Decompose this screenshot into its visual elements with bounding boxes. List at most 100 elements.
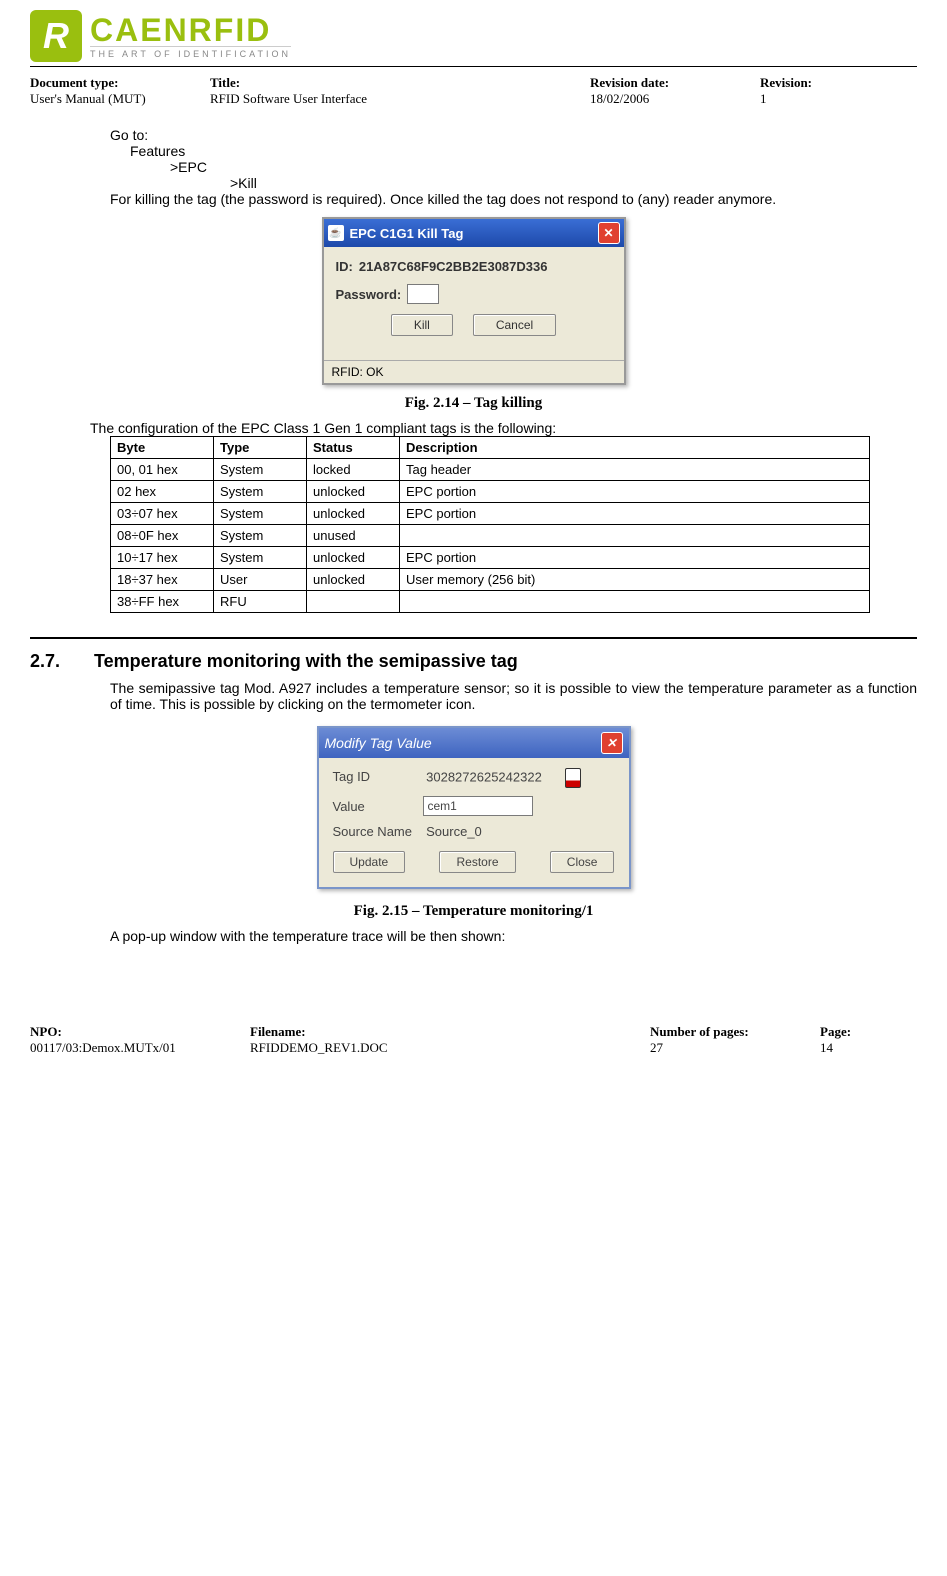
source-name-value: Source_0 bbox=[426, 824, 482, 839]
cell-byte: 18÷37 hex bbox=[111, 569, 214, 591]
modify-dialog-titlebar: Modify Tag Value ✕ bbox=[319, 728, 629, 758]
title-label: Title: bbox=[210, 75, 590, 91]
header-logo: R CAENRFID THE ART OF IDENTIFICATION bbox=[30, 10, 917, 67]
update-button[interactable]: Update bbox=[333, 851, 406, 873]
cancel-button[interactable]: Cancel bbox=[473, 314, 556, 336]
fig-2-15-caption: Fig. 2.15 – Temperature monitoring/1 bbox=[30, 903, 917, 920]
cell-desc: Tag header bbox=[400, 459, 870, 481]
source-name-label: Source Name bbox=[333, 824, 423, 839]
tagid-value: 3028272625242322 bbox=[426, 769, 542, 784]
table-row: 38÷FF hex RFU bbox=[111, 591, 870, 613]
nav-kill: >Kill bbox=[230, 175, 917, 191]
npo-label: NPO: bbox=[30, 1024, 250, 1040]
table-row: 03÷07 hex System unlocked EPC portion bbox=[111, 503, 870, 525]
password-input[interactable] bbox=[407, 284, 439, 304]
kill-password-label: Password: bbox=[336, 287, 402, 302]
popup-paragraph: A pop-up window with the temperature tra… bbox=[110, 928, 917, 944]
th-byte: Byte bbox=[111, 437, 214, 459]
cell-byte: 03÷07 hex bbox=[111, 503, 214, 525]
logo-tagline: THE ART OF IDENTIFICATION bbox=[90, 46, 291, 59]
java-icon: ☕ bbox=[328, 225, 344, 241]
cell-type: RFU bbox=[214, 591, 307, 613]
close-icon[interactable]: ✕ bbox=[598, 222, 620, 244]
revision-label: Revision: bbox=[760, 75, 860, 91]
nav-block: Go to: Features >EPC >Kill bbox=[110, 127, 917, 191]
nav-epc: >EPC bbox=[170, 159, 917, 175]
cell-byte: 10÷17 hex bbox=[111, 547, 214, 569]
table-row: 10÷17 hex System unlocked EPC portion bbox=[111, 547, 870, 569]
modify-dialog-title: Modify Tag Value bbox=[325, 735, 432, 751]
kill-id-value: 21A87C68F9C2BB2E3087D336 bbox=[359, 259, 548, 274]
section-2-7-para: The semipassive tag Mod. A927 includes a… bbox=[110, 680, 917, 712]
revdate-value: 18/02/2006 bbox=[590, 91, 760, 107]
value-input[interactable]: cem1 bbox=[423, 796, 533, 816]
close-icon[interactable]: ✕ bbox=[601, 732, 623, 754]
cell-byte: 00, 01 hex bbox=[111, 459, 214, 481]
kill-dialog-title: EPC C1G1 Kill Tag bbox=[350, 226, 464, 241]
cell-type: System bbox=[214, 503, 307, 525]
cell-byte: 08÷0F hex bbox=[111, 525, 214, 547]
cell-status: unlocked bbox=[307, 481, 400, 503]
nav-goto: Go to: bbox=[110, 127, 917, 143]
section-separator bbox=[30, 637, 917, 639]
tagid-label: Tag ID bbox=[333, 769, 423, 784]
modify-tag-dialog: Modify Tag Value ✕ Tag ID 30282726252423… bbox=[317, 726, 631, 889]
cell-desc: EPC portion bbox=[400, 547, 870, 569]
kill-button[interactable]: Kill bbox=[391, 314, 453, 336]
cell-desc bbox=[400, 525, 870, 547]
kill-id-row: ID: 21A87C68F9C2BB2E3087D336 bbox=[336, 259, 612, 274]
revdate-label: Revision date: bbox=[590, 75, 760, 91]
cell-status: locked bbox=[307, 459, 400, 481]
kill-dialog-status: RFID: OK bbox=[324, 360, 624, 383]
filename-value: RFIDDEMO_REV1.DOC bbox=[250, 1040, 650, 1056]
section-number: 2.7. bbox=[30, 651, 70, 672]
cell-desc: EPC portion bbox=[400, 503, 870, 525]
tag-config-table: Byte Type Status Description 00, 01 hex … bbox=[110, 436, 870, 613]
doctype-label: Document type: bbox=[30, 75, 210, 91]
page-value: 14 bbox=[820, 1040, 900, 1056]
kill-dialog-titlebar: ☕ EPC C1G1 Kill Tag ✕ bbox=[324, 219, 624, 247]
doctype-value: User's Manual (MUT) bbox=[30, 91, 210, 107]
cell-desc: User memory (256 bit) bbox=[400, 569, 870, 591]
cell-desc bbox=[400, 591, 870, 613]
section-2-7-heading: 2.7. Temperature monitoring with the sem… bbox=[30, 651, 917, 672]
kill-dialog: ☕ EPC C1G1 Kill Tag ✕ ID: 21A87C68F9C2BB… bbox=[322, 217, 626, 385]
th-type: Type bbox=[214, 437, 307, 459]
cell-type: System bbox=[214, 481, 307, 503]
cell-status bbox=[307, 591, 400, 613]
kill-paragraph: For killing the tag (the password is req… bbox=[110, 191, 917, 207]
config-intro-text: The configuration of the EPC Class 1 Gen… bbox=[90, 420, 917, 436]
cell-status: unlocked bbox=[307, 569, 400, 591]
th-status: Status bbox=[307, 437, 400, 459]
logo-brand: CAENRFID bbox=[90, 14, 291, 46]
th-desc: Description bbox=[400, 437, 870, 459]
cell-type: System bbox=[214, 547, 307, 569]
cell-type: User bbox=[214, 569, 307, 591]
close-button[interactable]: Close bbox=[550, 851, 615, 873]
cell-type: System bbox=[214, 525, 307, 547]
cell-byte: 38÷FF hex bbox=[111, 591, 214, 613]
table-header-row: Byte Type Status Description bbox=[111, 437, 870, 459]
title-value: RFID Software User Interface bbox=[210, 91, 590, 107]
doc-info-row: Document type: User's Manual (MUT) Title… bbox=[30, 75, 917, 107]
value-label: Value bbox=[333, 799, 423, 814]
cell-status: unlocked bbox=[307, 503, 400, 525]
nav-features: Features bbox=[130, 143, 917, 159]
filename-label: Filename: bbox=[250, 1024, 650, 1040]
cell-byte: 02 hex bbox=[111, 481, 214, 503]
table-row: 02 hex System unlocked EPC portion bbox=[111, 481, 870, 503]
numpages-value: 27 bbox=[650, 1040, 820, 1056]
restore-button[interactable]: Restore bbox=[439, 851, 515, 873]
cell-status: unlocked bbox=[307, 547, 400, 569]
cell-desc: EPC portion bbox=[400, 481, 870, 503]
npo-value: 00117/03:Demox.MUTx/01 bbox=[30, 1040, 250, 1056]
page-footer: NPO: 00117/03:Demox.MUTx/01 Filename: RF… bbox=[30, 1024, 917, 1056]
cell-type: System bbox=[214, 459, 307, 481]
fig-2-14-caption: Fig. 2.14 – Tag killing bbox=[30, 395, 917, 412]
numpages-label: Number of pages: bbox=[650, 1024, 820, 1040]
page-label: Page: bbox=[820, 1024, 900, 1040]
thermometer-icon[interactable] bbox=[565, 768, 581, 788]
section-title: Temperature monitoring with the semipass… bbox=[94, 651, 518, 672]
table-row: 18÷37 hex User unlocked User memory (256… bbox=[111, 569, 870, 591]
table-row: 00, 01 hex System locked Tag header bbox=[111, 459, 870, 481]
